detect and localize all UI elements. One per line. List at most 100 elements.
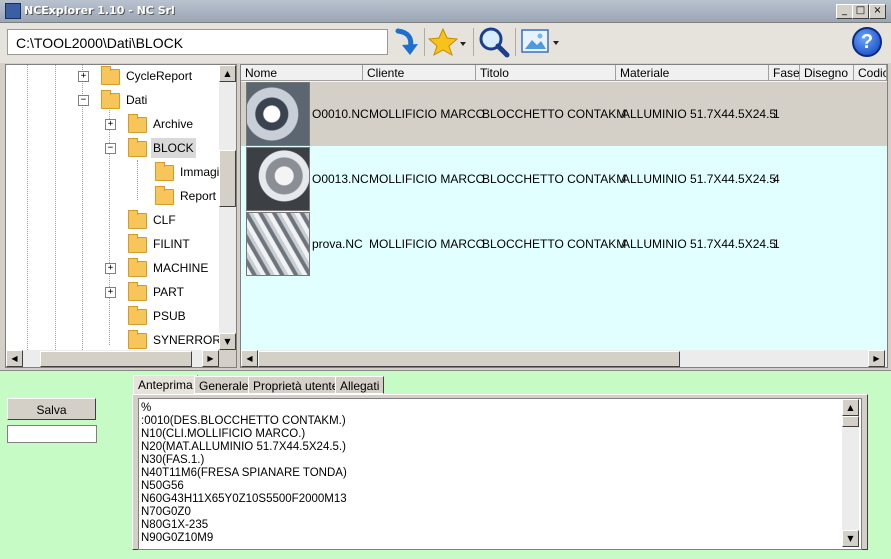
scroll-left-arrow-icon[interactable]: ◀: [6, 350, 23, 367]
cell-nome: O0010.NC: [312, 107, 369, 121]
scroll-thumb[interactable]: [842, 416, 859, 427]
tree-item-label: SYNERROR: [153, 333, 222, 347]
scroll-right-arrow-icon[interactable]: ▶: [868, 350, 885, 367]
cell-cliente: MOLLIFICIO MARCO: [369, 172, 486, 186]
table-row[interactable]: prova.NC MOLLIFICIO MARCO BLOCCHETTO CON…: [241, 212, 887, 276]
code-line: N90G0Z10M9: [141, 532, 214, 544]
scroll-thumb[interactable]: [219, 150, 236, 207]
folder-icon: [155, 186, 174, 205]
scroll-left-arrow-icon[interactable]: ◀: [241, 350, 258, 367]
scroll-down-arrow-icon[interactable]: ▼: [842, 530, 859, 547]
expand-toggle[interactable]: +: [78, 71, 89, 82]
folder-tree[interactable]: + CycleReport − Dati + Archive − BLOCK I…: [5, 64, 237, 368]
nc-code-preview[interactable]: % :0010(DES.BLOCCHETTO CONTAKM.) N10(CLI…: [138, 398, 862, 550]
part-thumbnail: [246, 212, 310, 276]
column-header-cliente[interactable]: Cliente: [363, 65, 476, 81]
tree-item-label: Report: [180, 189, 217, 203]
table-row[interactable]: O0010.NC MOLLIFICIO MARCO BLOCCHETTO CON…: [241, 82, 887, 146]
path-input[interactable]: C:\TOOL2000\Dati\BLOCK: [7, 29, 388, 55]
code-line: %: [141, 402, 152, 414]
code-line: N80G1X-235: [141, 519, 209, 531]
folder-icon: [128, 234, 147, 253]
code-line: N50G56: [141, 480, 184, 492]
column-header-codice[interactable]: Codic: [854, 65, 887, 81]
tree-item-label: BLOCK: [151, 138, 196, 158]
toolbar-separator: [424, 28, 425, 56]
close-button[interactable]: ×: [869, 4, 886, 19]
code-line: N20(MAT.ALLUMINIO 51.7X44.5X24.5.): [141, 441, 346, 453]
tab-allegati[interactable]: Allegati: [335, 376, 385, 394]
cell-titolo: BLOCCHETTO CONTAKM: [482, 172, 627, 186]
code-line: :0010(DES.BLOCCHETTO CONTAKM.): [141, 415, 346, 427]
tree-item-label: MACHINE: [153, 261, 209, 275]
expand-toggle[interactable]: +: [105, 263, 116, 274]
cell-cliente: MOLLIFICIO MARCO: [369, 107, 486, 121]
cell-titolo: BLOCCHETTO CONTAKM: [482, 107, 627, 121]
cell-materiale: ALLUMINIO 51.7X44.5X24.5: [622, 107, 777, 121]
go-arrow-icon[interactable]: [392, 27, 422, 57]
table-row[interactable]: O0013.NC MOLLIFICIO MARCO BLOCCHETTO CON…: [241, 147, 887, 211]
expand-toggle[interactable]: +: [105, 287, 116, 298]
tree-item-label: Archive: [153, 117, 194, 131]
tab-anteprima[interactable]: Anteprima: [133, 375, 198, 395]
column-header-materiale[interactable]: Materiale: [616, 65, 769, 81]
scroll-up-arrow-icon[interactable]: ▲: [842, 399, 859, 416]
code-line: N10(CLI.MOLLIFICIO MARCO.): [141, 428, 306, 440]
help-icon[interactable]: ?: [852, 27, 882, 57]
image-view-icon[interactable]: [521, 29, 563, 55]
collapse-toggle[interactable]: −: [105, 143, 116, 154]
folder-icon: [128, 210, 147, 229]
column-header-nome[interactable]: Nome: [241, 65, 363, 81]
cell-materiale: ALLUMINIO 51.7X44.5X24.5: [622, 237, 777, 251]
window-title: NCExplorer 1.10 - NC Srl: [24, 4, 175, 17]
folder-icon: [128, 282, 147, 301]
maximize-button[interactable]: □: [852, 4, 869, 19]
tree-item-label: FILINT: [153, 237, 190, 251]
search-magnifier-icon[interactable]: [478, 26, 510, 58]
folder-icon: [128, 258, 147, 277]
column-header-titolo[interactable]: Titolo: [476, 65, 616, 81]
toolbar-separator: [515, 28, 516, 56]
folder-icon: [155, 162, 174, 181]
part-thumbnail: [246, 147, 310, 211]
folder-icon: [101, 90, 120, 109]
folder-icon: [128, 330, 147, 349]
app-icon: [5, 3, 21, 19]
cell-materiale: ALLUMINIO 51.7X44.5X24.5: [622, 172, 777, 186]
folder-icon: [128, 114, 147, 133]
expand-toggle[interactable]: +: [105, 119, 116, 130]
cell-nome: prova.NC: [312, 237, 363, 251]
tree-vertical-scrollbar[interactable]: [219, 65, 236, 350]
code-line: N40T11M6(FRESA SPIANARE TONDA): [141, 467, 347, 479]
file-list[interactable]: Nome Cliente Titolo Materiale Fase Diseg…: [240, 64, 888, 368]
favorites-star-icon[interactable]: [428, 27, 466, 57]
cell-nome: O0013.NC: [312, 172, 369, 186]
folder-icon: [128, 306, 147, 325]
scroll-down-arrow-icon[interactable]: ▼: [219, 333, 236, 350]
filter-field[interactable]: [7, 425, 97, 443]
tree-item-label: CLF: [153, 213, 176, 227]
scroll-right-arrow-icon[interactable]: ▶: [202, 350, 219, 367]
toolbar-separator: [473, 28, 474, 56]
tab-proprieta-utente[interactable]: Proprietà utente: [248, 376, 344, 394]
cell-fase: 4: [773, 172, 780, 186]
code-line: N60G43H11X65Y0Z10S5500F2000M13: [141, 493, 347, 505]
cell-titolo: BLOCCHETTO CONTAKM: [482, 237, 627, 251]
cell-cliente: MOLLIFICIO MARCO: [369, 237, 486, 251]
scroll-up-arrow-icon[interactable]: ▲: [219, 65, 236, 82]
tree-item-label: PART: [153, 285, 184, 299]
cell-fase: 1: [773, 107, 780, 121]
title-bar: NCExplorer 1.10 - NC Srl _ □ ×: [0, 0, 891, 23]
column-header-disegno[interactable]: Disegno: [800, 65, 854, 81]
code-line: N70G0Z0: [141, 506, 191, 518]
minimize-button[interactable]: _: [836, 4, 853, 19]
scroll-thumb[interactable]: [258, 351, 680, 367]
column-header-fase[interactable]: Fase: [769, 65, 800, 81]
tree-item-label: PSUB: [153, 309, 186, 323]
folder-icon: [128, 138, 147, 157]
scroll-thumb[interactable]: [40, 351, 192, 367]
save-button[interactable]: Salva: [7, 398, 96, 420]
tab-generale[interactable]: Generale: [194, 376, 254, 394]
collapse-toggle[interactable]: −: [78, 95, 89, 106]
tree-item-label: CycleReport: [126, 69, 193, 83]
